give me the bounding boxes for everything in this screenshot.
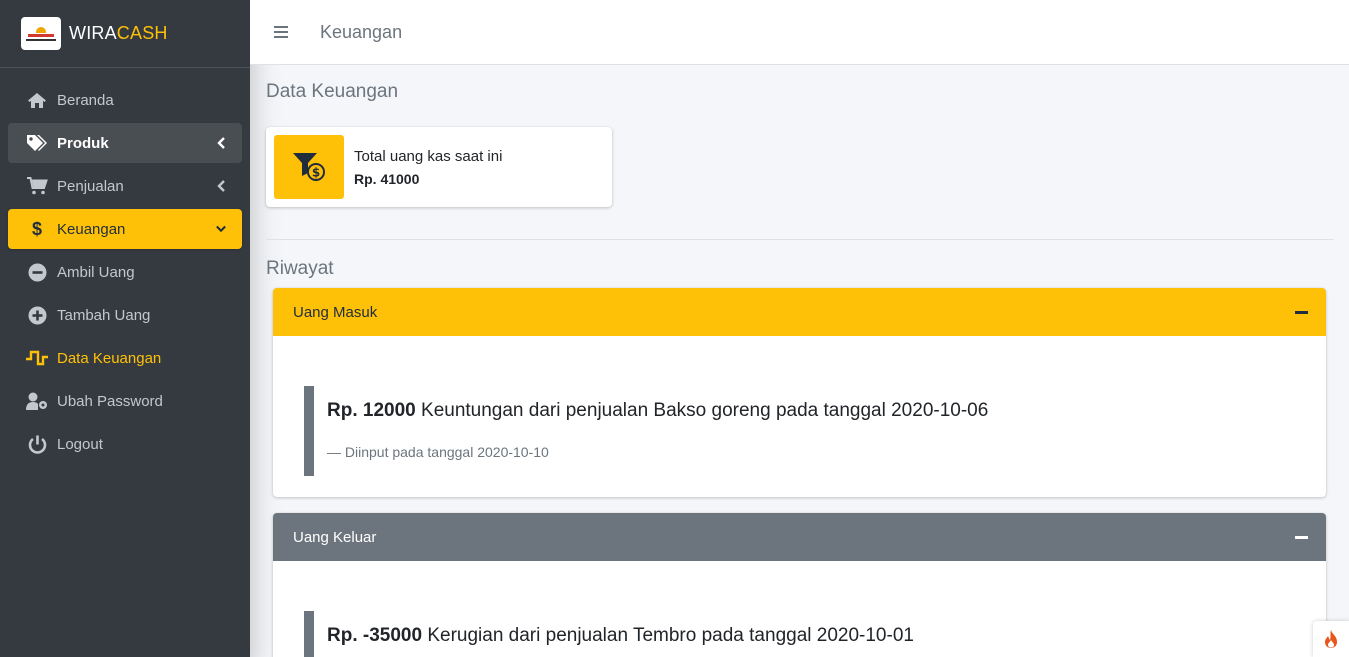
section-heading-history: Riwayat [266, 258, 334, 279]
sidebar-item-ambil-uang[interactable]: Ambil Uang [8, 252, 242, 292]
info-box-value: Rp. 41000 [354, 170, 420, 187]
minus-circle-icon [26, 262, 48, 282]
sidebar-item-keuangan[interactable]: $ Keuangan [8, 209, 242, 249]
svg-text:$: $ [312, 166, 320, 180]
history-entry: Rp. 12000 Keuntungan dari penjualan Baks… [304, 386, 988, 476]
dollar-icon: $ [31, 218, 42, 239]
income-card: Uang Masuk Rp. 12000 Keuntungan dari pen… [273, 288, 1326, 497]
sidebar-item-data-keuangan[interactable]: Data Keuangan [8, 338, 242, 378]
sidebar-item-label: Penjualan [57, 177, 124, 195]
main-content: Data Keuangan $ Total uang kas saat ini … [250, 65, 1349, 657]
card-title: Uang Keluar [293, 528, 377, 546]
sidebar-item-label: Data Keuangan [57, 349, 162, 367]
sidebar-nav: Beranda Produk Penjualan $ Keuangan Ambi… [0, 68, 250, 464]
expense-card-header: Uang Keluar [273, 513, 1326, 561]
sidebar-item-label: Tambah Uang [57, 306, 151, 324]
sidebar-item-produk[interactable]: Produk [8, 123, 242, 163]
entry-footer: — Diinput pada tanggal 2020-10-10 [327, 444, 549, 460]
sidebar-item-penjualan[interactable]: Penjualan [8, 166, 242, 206]
divider [266, 239, 1334, 240]
power-icon [26, 434, 48, 454]
sidebar-item-beranda[interactable]: Beranda [8, 80, 242, 120]
cash-total-info-box: $ Total uang kas saat ini Rp. 41000 [266, 127, 612, 207]
plus-circle-icon [26, 305, 48, 325]
funnel-dollar-icon: $ [274, 135, 344, 199]
collapse-icon[interactable] [1295, 536, 1308, 539]
entry-description: Kerugian dari penjualan Tembro pada tang… [427, 625, 914, 646]
fire-icon[interactable] [1313, 621, 1349, 657]
page-title: Keuangan [320, 21, 403, 42]
section-heading-data: Data Keuangan [266, 81, 399, 102]
sidebar-item-logout[interactable]: Logout [8, 424, 242, 464]
info-box-label: Total uang kas saat ini [354, 147, 503, 165]
sidebar: WIRACASH Beranda Produk Penjualan $ Keua… [0, 0, 250, 657]
chevron-down-icon [216, 223, 226, 235]
entry-description: Keuntungan dari penjualan Bakso goreng p… [421, 400, 989, 421]
chevron-left-icon [216, 180, 226, 192]
top-navbar: Keuangan [250, 0, 1349, 65]
history-entry: Rp. -35000 Kerugian dari penjualan Tembr… [304, 611, 914, 657]
brand-name: WIRACASH [69, 23, 168, 43]
sidebar-item-label: Beranda [57, 91, 114, 109]
home-icon [26, 90, 48, 110]
sidebar-item-label: Logout [57, 435, 103, 453]
chevron-left-icon [216, 137, 226, 149]
tags-icon [26, 133, 48, 153]
entry-amount: Rp. -35000 [327, 625, 423, 646]
collapse-icon[interactable] [1295, 311, 1308, 314]
brand-link[interactable]: WIRACASH [0, 0, 250, 68]
brand-logo [21, 17, 61, 50]
sidebar-item-tambah-uang[interactable]: Tambah Uang [8, 295, 242, 335]
user-cog-icon [26, 391, 48, 411]
cart-icon [26, 176, 48, 196]
sidebar-item-label: Keuangan [57, 220, 126, 238]
menu-toggle-icon[interactable] [274, 26, 288, 38]
sidebar-item-ubah-password[interactable]: Ubah Password [8, 381, 242, 421]
expense-card: Uang Keluar Rp. -35000 Kerugian dari pen… [273, 513, 1326, 657]
sidebar-item-label: Produk [57, 134, 109, 152]
entry-amount: Rp. 12000 [327, 400, 416, 421]
card-title: Uang Masuk [293, 303, 378, 321]
wave-square-icon [26, 348, 48, 368]
sidebar-item-label: Ubah Password [57, 392, 163, 410]
sidebar-item-label: Ambil Uang [57, 263, 135, 281]
income-card-header: Uang Masuk [273, 288, 1326, 336]
